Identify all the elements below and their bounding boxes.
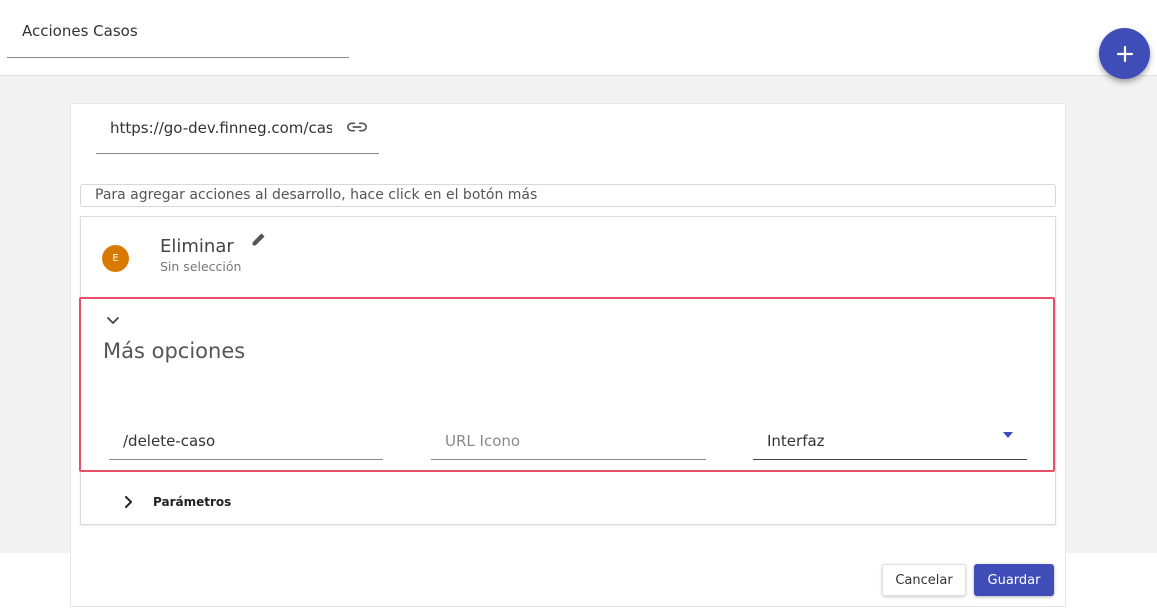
action-name: Eliminar — [160, 236, 234, 257]
parameters-toggle[interactable]: Parámetros — [153, 495, 231, 509]
chevron-down-icon[interactable] — [106, 315, 120, 327]
pencil-icon[interactable] — [252, 232, 266, 246]
type-select[interactable]: Interfaz — [753, 420, 1027, 460]
type-select-value: Interfaz — [767, 432, 825, 450]
link-icon[interactable] — [346, 119, 368, 135]
info-message: Para agregar acciones al desarrollo, hac… — [80, 184, 1056, 207]
dropdown-caret-icon — [1003, 432, 1013, 438]
endpoint-input-value: /delete-caso — [123, 432, 216, 450]
add-action-button[interactable] — [1099, 28, 1150, 79]
page-title: Acciones Casos — [22, 22, 138, 40]
cancel-button[interactable]: Cancelar — [882, 564, 966, 596]
url-input-value: https://go-dev.finneg.com/casos — [110, 119, 332, 137]
action-subtitle: Sin selección — [160, 259, 242, 274]
url-input[interactable]: https://go-dev.finneg.com/casos — [96, 104, 379, 154]
top-bar: Acciones Casos — [0, 0, 1157, 76]
chevron-right-icon[interactable] — [123, 495, 133, 509]
icon-url-placeholder: URL Icono — [445, 432, 521, 450]
icon-url-input[interactable]: URL Icono — [431, 420, 706, 460]
action-avatar: E — [102, 245, 129, 272]
title-field[interactable]: Acciones Casos — [7, 0, 349, 58]
info-message-text: Para agregar acciones al desarrollo, hac… — [95, 187, 538, 203]
more-options-title: Más opciones — [103, 339, 246, 363]
save-button[interactable]: Guardar — [974, 564, 1054, 596]
plus-icon — [1116, 45, 1133, 62]
endpoint-input[interactable]: /delete-caso — [109, 420, 383, 460]
